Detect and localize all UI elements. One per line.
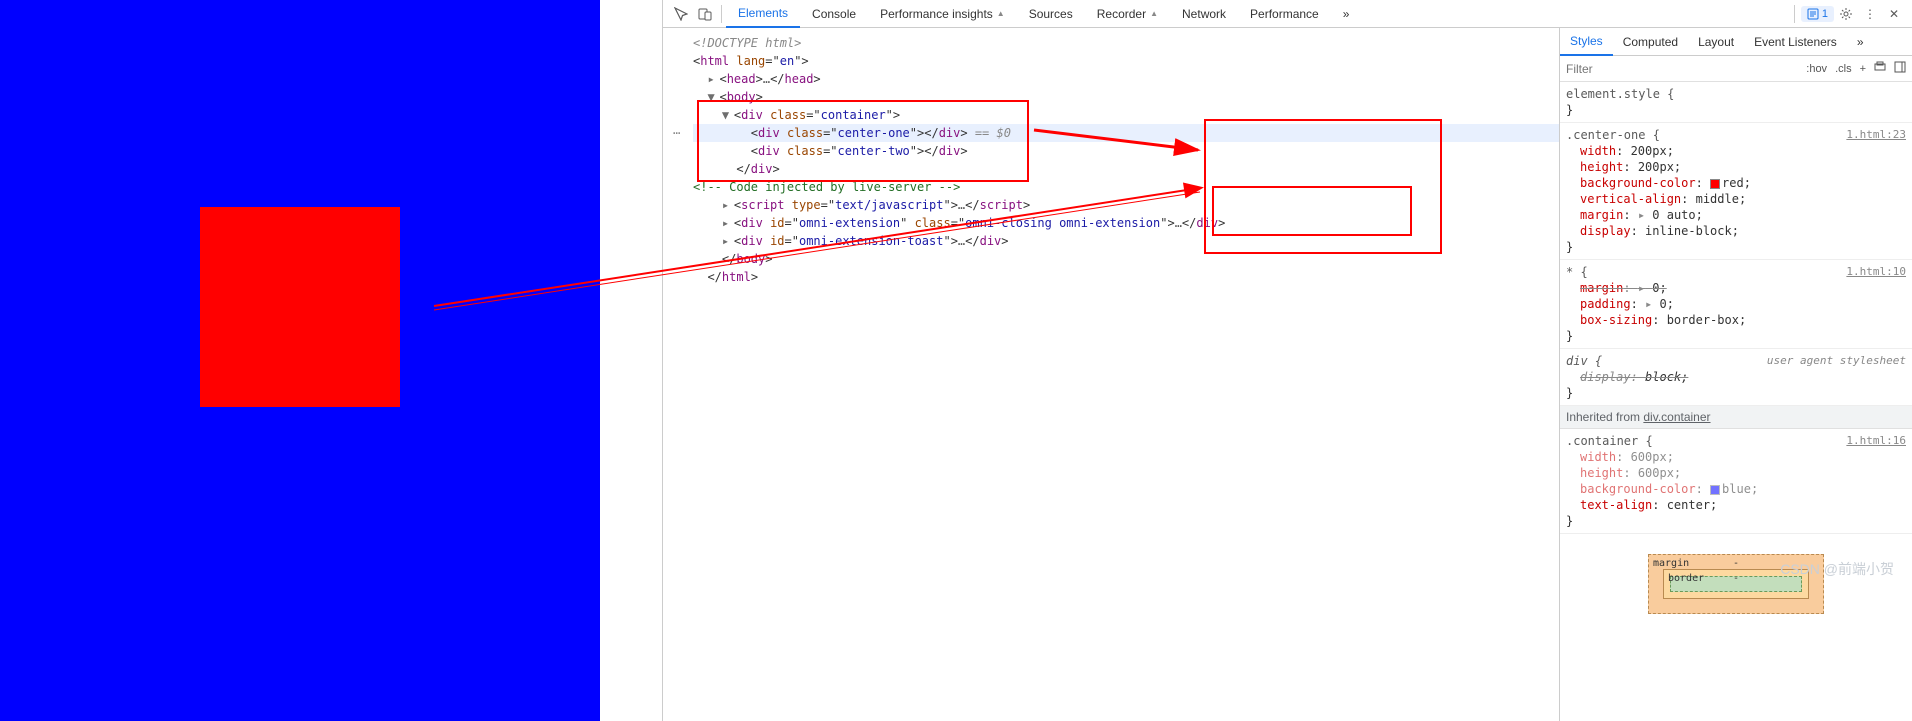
dom-comment: <!-- Code injected by live-server --> — [693, 178, 1559, 196]
dom-html-close[interactable]: </html> — [693, 268, 1559, 286]
rules-list[interactable]: element.style { } 1.html:23 .center-one … — [1560, 82, 1912, 721]
tab-elements[interactable]: Elements — [726, 0, 800, 28]
tab-recorder[interactable]: Recorder — [1085, 0, 1170, 28]
dom-center-two[interactable]: <div class="center-two"></div> — [693, 142, 1559, 160]
rule-star[interactable]: 1.html:10 * { margin: ▸ 0; padding: ▸ 0;… — [1560, 260, 1912, 349]
inspect-icon[interactable] — [669, 2, 693, 26]
cls-toggle[interactable]: .cls — [1835, 63, 1852, 75]
dom-html-open[interactable]: <html lang="en"> — [693, 52, 1559, 70]
filter-row: :hov .cls + — [1560, 56, 1912, 82]
watermark: CSDN @前端小贺 — [1780, 559, 1894, 579]
styles-tabs: Styles Computed Layout Event Listeners » — [1560, 28, 1912, 56]
devtools: Elements Console Performance insights So… — [662, 0, 1912, 721]
tab-more[interactable]: » — [1331, 0, 1362, 28]
box-model: margin - border - — [1560, 534, 1912, 624]
print-icon[interactable] — [1874, 61, 1886, 76]
rule-center-one[interactable]: 1.html:23 .center-one { width: 200px; he… — [1560, 123, 1912, 260]
tab-perf-insights[interactable]: Performance insights — [868, 0, 1017, 28]
gear-icon[interactable] — [1834, 2, 1858, 26]
rule-div-ua[interactable]: user agent stylesheet div { display: blo… — [1560, 349, 1912, 406]
stab-styles[interactable]: Styles — [1560, 28, 1613, 56]
devtools-tabs: Elements Console Performance insights So… — [663, 0, 1912, 28]
styles-filter-input[interactable] — [1566, 62, 1798, 76]
stab-computed[interactable]: Computed — [1613, 28, 1688, 56]
tab-performance[interactable]: Performance — [1238, 0, 1331, 28]
source-link[interactable]: 1.html:10 — [1846, 264, 1906, 280]
hov-toggle[interactable]: :hov — [1806, 63, 1827, 75]
blue-container — [0, 0, 600, 721]
dom-head[interactable]: ▸<head>…</head> — [693, 70, 1559, 88]
dom-center-one[interactable]: ⋯ <div class="center-one"></div> == $0 — [693, 124, 1559, 142]
source-link[interactable]: 1.html:16 — [1846, 433, 1906, 449]
issues-badge[interactable]: 1 — [1801, 6, 1834, 22]
rule-element-style[interactable]: element.style { } — [1560, 82, 1912, 123]
dom-ext2[interactable]: ▸<div id="omni-extension-toast">…</div> — [693, 232, 1559, 250]
stab-listeners[interactable]: Event Listeners — [1744, 28, 1847, 56]
inherited-header: Inherited from div.container — [1560, 406, 1912, 429]
rule-container[interactable]: 1.html:16 .container { width: 600px; hei… — [1560, 429, 1912, 534]
close-icon[interactable]: ✕ — [1882, 2, 1906, 26]
device-toggle-icon[interactable] — [693, 2, 717, 26]
tab-console[interactable]: Console — [800, 0, 868, 28]
dom-tree[interactable]: <!DOCTYPE html> <html lang="en"> ▸<head>… — [663, 28, 1559, 721]
issues-count: 1 — [1822, 8, 1828, 20]
stab-more[interactable]: » — [1847, 28, 1874, 56]
dom-container-close[interactable]: </div> — [693, 160, 1559, 178]
tab-network[interactable]: Network — [1170, 0, 1238, 28]
kebab-icon[interactable]: ⋮ — [1858, 2, 1882, 26]
red-square — [200, 207, 400, 407]
dom-body-close[interactable]: </body> — [693, 250, 1559, 268]
tab-sources[interactable]: Sources — [1017, 0, 1085, 28]
dom-ext1[interactable]: ▸<div id="omni-extension" class="omni-cl… — [693, 214, 1559, 232]
stab-layout[interactable]: Layout — [1688, 28, 1744, 56]
new-rule-icon[interactable]: + — [1860, 63, 1866, 75]
panel-layout-icon[interactable] — [1894, 61, 1906, 76]
source-link[interactable]: 1.html:23 — [1846, 127, 1906, 143]
dom-container-open[interactable]: ▼<div class="container"> — [693, 106, 1559, 124]
page-preview — [0, 0, 662, 721]
dom-script[interactable]: ▸<script type="text/javascript">…</scrip… — [693, 196, 1559, 214]
dom-doctype: <!DOCTYPE html> — [693, 34, 1559, 52]
dom-body-open[interactable]: ▼<body> — [693, 88, 1559, 106]
styles-panel: Styles Computed Layout Event Listeners »… — [1559, 28, 1912, 721]
